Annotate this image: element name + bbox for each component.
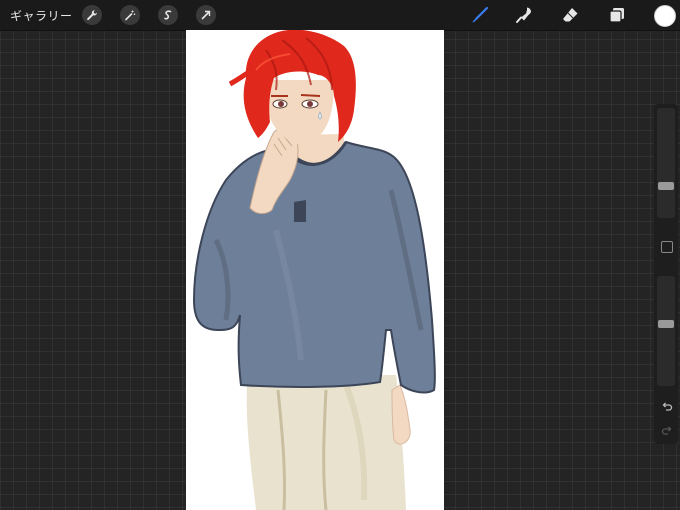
drawing-canvas[interactable] [186,30,444,510]
layers-icon[interactable] [606,5,628,25]
selection-icon[interactable] [158,5,178,25]
undo-icon[interactable] [659,398,675,414]
brush-icon[interactable] [469,5,491,25]
gallery-button[interactable]: ギャラリー [10,7,73,24]
brush-size-handle[interactable] [658,182,674,191]
wrench-icon[interactable] [82,5,102,25]
brush-size-slider[interactable] [657,108,675,218]
top-toolbar: ギャラリー [0,0,680,31]
character-illustration [192,30,436,510]
smudge-icon[interactable] [513,5,535,25]
color-picker-button[interactable] [654,5,676,27]
opacity-handle[interactable] [658,319,674,328]
eraser-icon[interactable] [559,5,581,25]
redo-icon[interactable] [659,422,675,438]
modify-square-icon[interactable] [661,241,673,253]
magic-wand-icon[interactable] [120,5,140,25]
transform-arrow-icon[interactable] [196,5,216,25]
opacity-slider[interactable] [657,276,675,386]
